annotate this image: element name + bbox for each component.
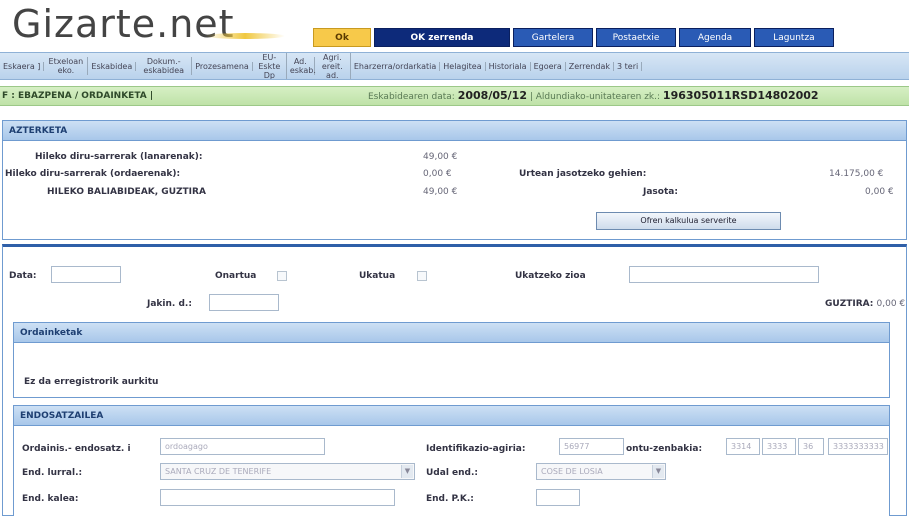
nav-agenda[interactable]: Agenda (679, 28, 751, 47)
subnav-item[interactable]: 3 teri (614, 61, 643, 71)
subnav-item[interactable]: Etxeloan eko. (44, 57, 89, 75)
town-select[interactable]: COSE DE LOSIA ▼ (536, 463, 666, 480)
secondary-navigation: Eskaera ] Etxeloan eko. Eskabidea Dokum.… (0, 52, 909, 80)
subnav-item[interactable]: Dokum.- eskabidea (136, 57, 193, 75)
jakin-label: Jakin. d.: (147, 299, 192, 309)
nav-board[interactable]: Gartelera (513, 28, 593, 47)
unit-label: | Aldundiako-unitatearen zk.: (529, 92, 661, 102)
calculate-button[interactable]: Ofren kalkulua serverite (596, 212, 781, 230)
approved-label: Onartua (215, 271, 257, 281)
status-info: Eskabidearen data: 2008/05/12 | Aldundia… (368, 87, 819, 106)
nav-help[interactable]: Laguntza (754, 28, 834, 47)
resolution-panel: Data: Onartua Ukatua Ukatzeko zioa Jakin… (2, 244, 907, 516)
endorser-panel: ENDOSATZAILEA Ordainis.- endosatz. i ord… (13, 405, 890, 516)
street-input[interactable] (160, 489, 395, 506)
subnav-item[interactable]: Zerrendak (566, 61, 614, 71)
date-field-label: Data: (9, 271, 37, 281)
received-value: 0,00 € (865, 187, 894, 197)
jakin-input[interactable] (209, 294, 279, 311)
subnav-item[interactable]: Prozesamena (192, 61, 253, 71)
subnav-item[interactable]: Eskaera ] (0, 61, 45, 71)
subnav-item[interactable]: EU-Eskte Dp (253, 53, 287, 79)
postal-code-label: End. P.K.: (426, 494, 474, 504)
payments-title: Ordainketak (14, 323, 889, 343)
received-label: Jasota: (643, 187, 678, 197)
account-part-4[interactable]: 3333333333 (828, 438, 888, 455)
nav-mailbox[interactable]: Postaetxie (596, 28, 676, 47)
income-work-value: 49,00 € (423, 152, 458, 162)
rejected-checkbox[interactable] (417, 271, 427, 281)
reject-reason-label: Ukatzeko zioa (515, 271, 586, 281)
income-other-label: Hileko diru-sarrerak (ordaerenak): (5, 169, 181, 179)
id-document-input[interactable]: 56977 (559, 438, 624, 455)
grand-total-label: GUZTIRA: 0,00 € (825, 299, 905, 309)
account-part-3[interactable]: 36 (798, 438, 824, 455)
subnav-item[interactable]: Eskabidea (88, 61, 137, 71)
yearly-max-value: 14.175,00 € (829, 169, 884, 179)
province-value: SANTA CRUZ DE TENERIFE (165, 467, 272, 476)
approved-checkbox[interactable] (277, 271, 287, 281)
payments-empty-message: Ez da erregistrorik aurkitu (24, 377, 159, 387)
street-label: End. kalea: (22, 494, 79, 504)
town-label: Udal end.: (426, 468, 479, 478)
subnav-item[interactable]: Ad. eskab. (287, 57, 316, 75)
reject-reason-input[interactable] (629, 266, 819, 283)
summary-panel: AZTERKETA Hileko diru-sarrerak (lanarena… (2, 120, 907, 240)
endorser-title: ENDOSATZAILEA (14, 406, 889, 426)
grand-total-value: 0,00 € (876, 299, 906, 309)
total-resources-value: 49,00 € (423, 187, 458, 197)
nav-ok[interactable]: Ok (313, 28, 371, 47)
town-value: COSE DE LOSIA (541, 467, 603, 476)
date-value: 2008/05/12 (457, 89, 527, 102)
postal-code-input[interactable] (536, 489, 580, 506)
account-number-label: ontu-zenbakia: (626, 444, 703, 454)
subnav-item[interactable]: Egoera (531, 61, 566, 71)
total-resources-label: HILEKO BALIABIDEAK, GUZTIRA (47, 187, 206, 197)
id-document-label: Identifikazio-agiria: (426, 444, 526, 454)
payments-panel: Ordainketak Ez da erregistrorik aurkitu (13, 322, 890, 398)
province-select[interactable]: SANTA CRUZ DE TENERIFE ▼ (160, 463, 415, 480)
logo-swoosh (205, 33, 285, 39)
nav-ok-list[interactable]: OK zerrenda (374, 28, 510, 47)
status-section: F : EBAZPENA / ORDAINKETA | (2, 91, 154, 101)
income-other-value: 0,00 € (423, 169, 452, 179)
rejected-label: Ukatua (359, 271, 396, 281)
subnav-item[interactable]: Historiala (486, 61, 531, 71)
chevron-down-icon: ▼ (401, 465, 413, 478)
grand-total-title: GUZTIRA: (825, 299, 874, 309)
subnav-item[interactable]: Agri. ereit. ad. (315, 53, 351, 79)
subnav-item[interactable]: Helagitea (440, 61, 486, 71)
unit-value: 196305011RSD14802002 (662, 89, 819, 102)
province-label: End. lurral.: (22, 468, 83, 478)
status-bar: F : EBAZPENA / ORDAINKETA | Eskabidearen… (0, 86, 909, 106)
endorser-name-input[interactable]: ordoagago (160, 438, 325, 455)
yearly-max-label: Urtean jasotzeko gehien: (519, 169, 647, 179)
account-part-2[interactable]: 3333 (762, 438, 796, 455)
subnav-item[interactable]: Eharzerra/ordarkatia (351, 61, 441, 71)
summary-title: AZTERKETA (3, 121, 906, 141)
chevron-down-icon: ▼ (652, 465, 664, 478)
date-label: Eskabidearen data: (368, 92, 455, 102)
income-work-label: Hileko diru-sarrerak (lanarenak): (35, 152, 203, 162)
account-part-1[interactable]: 3314 (726, 438, 760, 455)
app-logo: Gizarte.net (12, 2, 235, 46)
endorser-name-label: Ordainis.- endosatz. i (22, 444, 131, 454)
date-input[interactable] (51, 266, 121, 283)
top-navigation: Ok OK zerrenda Gartelera Postaetxie Agen… (313, 28, 834, 47)
